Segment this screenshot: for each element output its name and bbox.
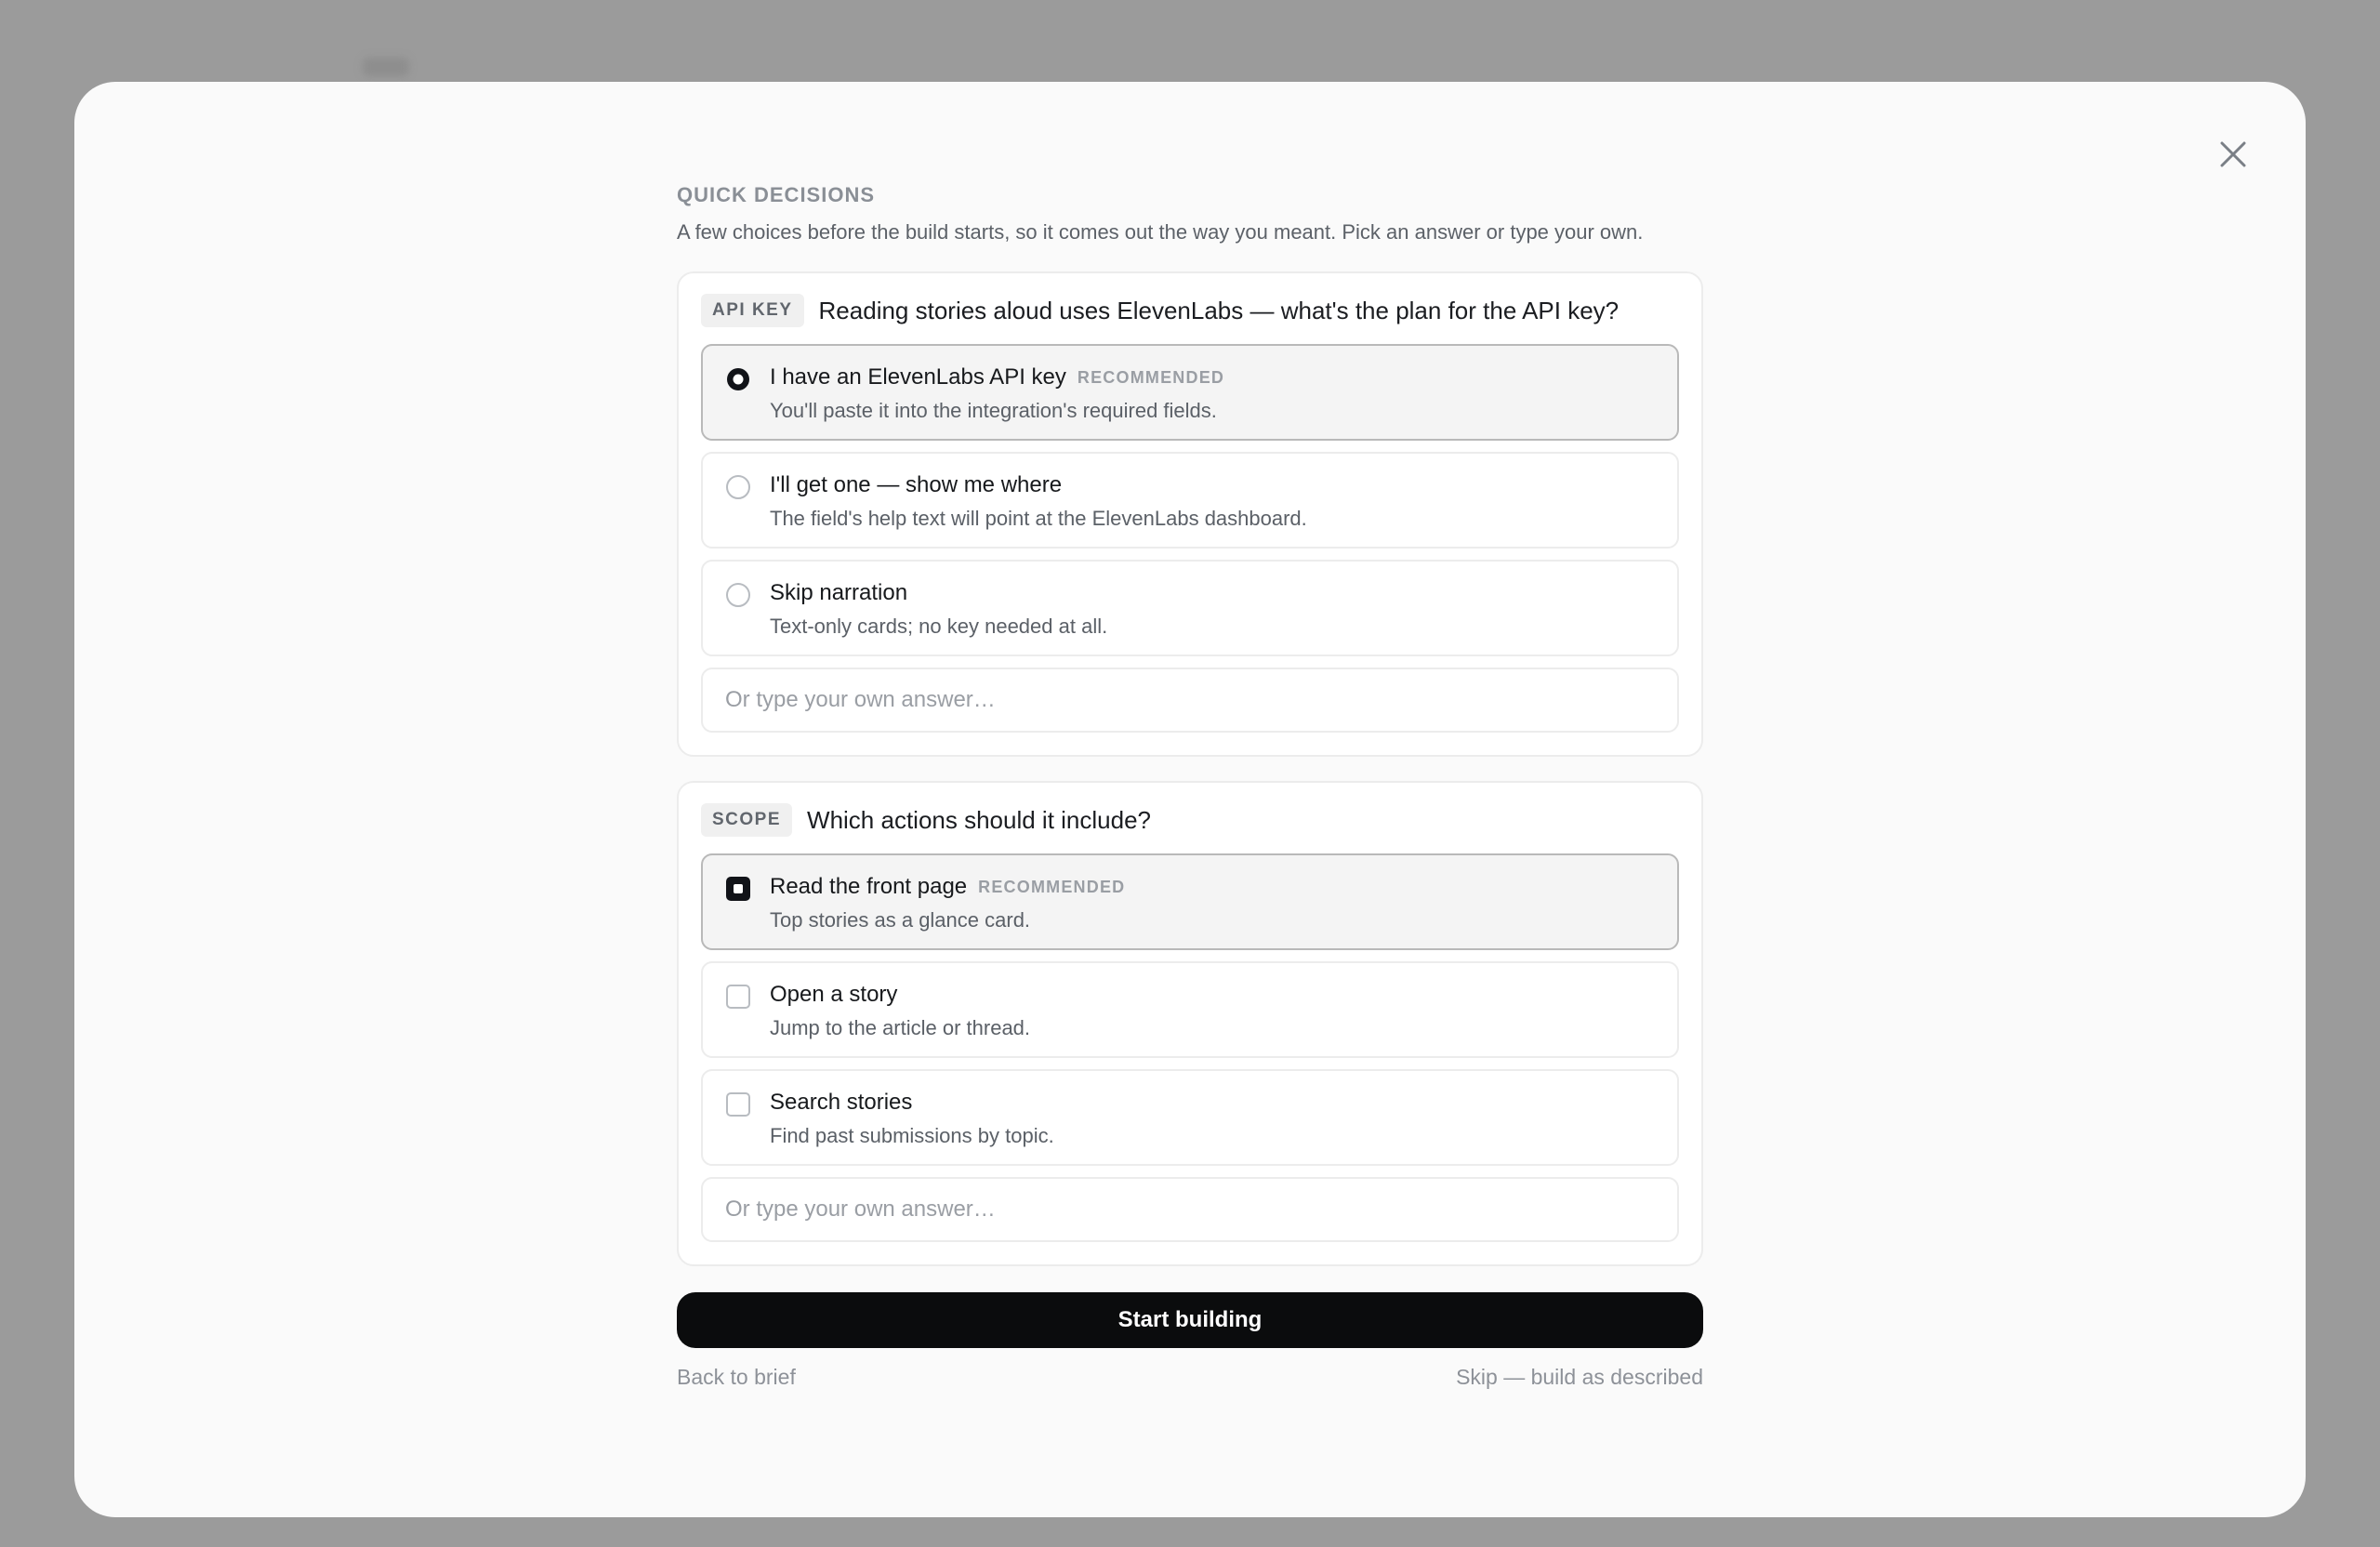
dialog-intro: A few choices before the build starts, s… — [677, 220, 1644, 244]
option-have-api-key[interactable]: I have an ElevenLabs API key RECOMMENDED… — [701, 344, 1679, 441]
question-tag: SCOPE — [701, 803, 793, 837]
option-description: You'll paste it into the integration's r… — [770, 399, 1217, 422]
option-title: I'll get one — show me where — [770, 472, 1063, 497]
close-icon — [2220, 141, 2246, 167]
question-text: Reading stories aloud uses ElevenLabs — … — [818, 297, 1620, 324]
recommended-badge: RECOMMENDED — [1077, 367, 1225, 387]
recommended-badge: RECOMMENDED — [978, 877, 1126, 896]
question-text: Which actions should it include? — [807, 806, 1152, 834]
option-description: The field's help text will point at the … — [770, 507, 1307, 530]
checkbox-unchecked-icon[interactable] — [725, 1091, 751, 1122]
checkbox-checked-icon[interactable] — [725, 876, 751, 906]
question-card-scope: SCOPE Which actions should it include? R… — [677, 781, 1703, 1266]
option-description: Top stories as a glance card. — [770, 908, 1031, 932]
option-description: Find past submissions by topic. — [770, 1124, 1054, 1147]
skip-build-link[interactable]: Skip — build as described — [1456, 1365, 1703, 1390]
option-title: I have an ElevenLabs API key — [770, 364, 1066, 390]
option-get-one[interactable]: I'll get one — show me where The field's… — [701, 452, 1679, 549]
start-building-button[interactable]: Start building — [677, 1292, 1703, 1348]
option-description: Text-only cards; no key needed at all. — [770, 615, 1108, 638]
back-to-brief-link[interactable]: Back to brief — [677, 1365, 796, 1390]
own-answer-input-api-key[interactable] — [701, 668, 1679, 733]
option-title: Read the front page — [770, 874, 968, 899]
close-button[interactable] — [2205, 126, 2261, 182]
own-answer-input-scope[interactable] — [701, 1177, 1679, 1242]
option-skip-narration[interactable]: Skip narration Text-only cards; no key n… — [701, 560, 1679, 656]
option-search-stories[interactable]: Search stories Find past submissions by … — [701, 1069, 1679, 1166]
background-blurred-element — [363, 58, 409, 76]
question-header: API KEY Reading stories aloud uses Eleve… — [701, 294, 1679, 327]
option-title: Search stories — [770, 1090, 913, 1115]
dialog-content: QUICK DECISIONS A few choices before the… — [677, 178, 1703, 1390]
option-read-front-page[interactable]: Read the front page RECOMMENDED Top stor… — [701, 853, 1679, 950]
radio-unselected-icon[interactable] — [725, 474, 751, 505]
radio-selected-icon[interactable] — [725, 366, 751, 397]
question-header: SCOPE Which actions should it include? — [701, 803, 1679, 837]
radio-unselected-icon[interactable] — [725, 582, 751, 613]
footer-links: Back to brief Skip — build as described — [677, 1365, 1703, 1390]
checkbox-unchecked-icon[interactable] — [725, 984, 751, 1014]
option-title: Open a story — [770, 982, 898, 1007]
option-title: Skip narration — [770, 580, 908, 605]
option-open-story[interactable]: Open a story Jump to the article or thre… — [701, 961, 1679, 1058]
quick-decisions-dialog: QUICK DECISIONS A few choices before the… — [74, 82, 2306, 1517]
option-description: Jump to the article or thread. — [770, 1016, 1031, 1039]
question-card-api-key: API KEY Reading stories aloud uses Eleve… — [677, 271, 1703, 757]
question-tag: API KEY — [701, 294, 804, 327]
dialog-eyebrow: QUICK DECISIONS — [677, 183, 876, 206]
